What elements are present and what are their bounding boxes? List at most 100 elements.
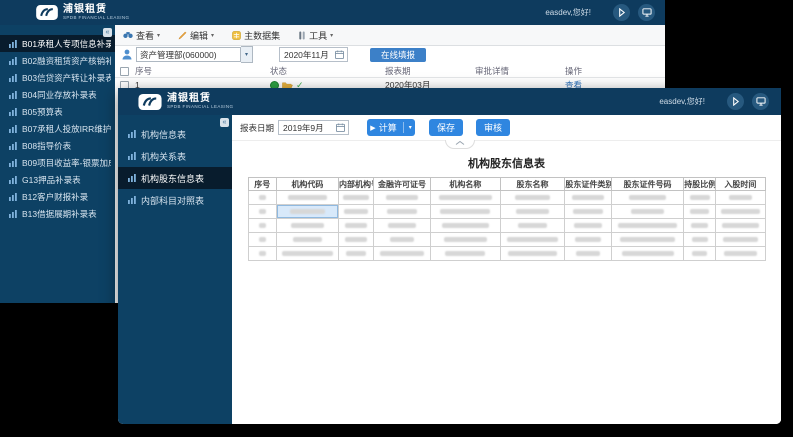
select-dropdown-icon[interactable]: ▾: [241, 46, 253, 63]
table-cell[interactable]: [374, 205, 431, 219]
table-cell[interactable]: [374, 233, 431, 247]
table-cell[interactable]: [338, 219, 373, 233]
sidebar-item-report[interactable]: B01承租人专项信息补录表: [0, 35, 115, 52]
sidebar-item-report[interactable]: B07承租人投放IRR维护表: [0, 120, 115, 137]
table-cell[interactable]: [565, 191, 612, 205]
monitor-icon[interactable]: [752, 93, 769, 110]
table-cell[interactable]: [500, 219, 565, 233]
sidebar-collapse-icon[interactable]: «: [220, 118, 229, 127]
selected-cell[interactable]: [276, 205, 338, 219]
table-cell[interactable]: [430, 233, 500, 247]
table-cell[interactable]: [684, 233, 716, 247]
table-cell[interactable]: [430, 247, 500, 261]
report-date-input[interactable]: 2019年9月: [278, 120, 349, 135]
calendar-icon[interactable]: [335, 50, 344, 59]
redacted-text: [345, 223, 368, 228]
sidebar-collapse-icon[interactable]: «: [103, 28, 112, 37]
table-cell[interactable]: [338, 233, 373, 247]
table-cell[interactable]: [611, 205, 683, 219]
exit-icon[interactable]: [727, 93, 744, 110]
sidebar-item-report[interactable]: B04同业存放补录表: [0, 86, 115, 103]
table-cell[interactable]: [338, 205, 373, 219]
sidebar-item-table[interactable]: 机构关系表: [118, 145, 232, 167]
menu-view[interactable]: 查看▾: [123, 29, 160, 42]
table-cell[interactable]: [611, 233, 683, 247]
table-cell[interactable]: [716, 205, 765, 219]
sidebar-item-report[interactable]: B12客户财报补录: [0, 188, 115, 205]
table-cell[interactable]: [248, 205, 276, 219]
table-cell[interactable]: [248, 191, 276, 205]
sidebar-item-report[interactable]: B05预算表: [0, 103, 115, 120]
redacted-text: [290, 209, 325, 214]
sidebar-item-report[interactable]: B02融资租赁资产核销补录表: [0, 52, 115, 69]
select-all-checkbox[interactable]: [120, 67, 129, 76]
sidebar-item-report[interactable]: B13借据展期补录表: [0, 205, 115, 222]
sidebar-item-report[interactable]: B03信贷资产转让补录表: [0, 69, 115, 86]
table-cell[interactable]: [716, 233, 765, 247]
sidebar-item-report[interactable]: G13押品补录表: [0, 171, 115, 188]
table-cell[interactable]: [248, 219, 276, 233]
sidebar-item-table[interactable]: 内部科目对照表: [118, 189, 232, 211]
person-icon: [122, 49, 132, 60]
table-cell[interactable]: [716, 247, 765, 261]
spdb-leasing-logo-icon: [36, 5, 58, 20]
table-cell[interactable]: [500, 205, 565, 219]
report-toolbar: 报表日期 2019年9月 ▶ 计算 ▾ 保存 审核: [232, 115, 781, 141]
table-title: 机构股东信息表: [232, 155, 781, 171]
org-select[interactable]: 资产管理部(060000): [136, 47, 241, 62]
chevron-down-icon[interactable]: ▾: [409, 124, 412, 131]
table-cell[interactable]: [338, 191, 373, 205]
table-cell[interactable]: [684, 205, 716, 219]
table-cell[interactable]: [430, 219, 500, 233]
menu-edit[interactable]: 编辑▾: [178, 29, 214, 42]
menu-tools[interactable]: 工具▾: [298, 29, 333, 42]
table-cell[interactable]: [611, 191, 683, 205]
audit-button[interactable]: 审核: [476, 119, 510, 136]
table-cell[interactable]: [500, 191, 565, 205]
table-cell[interactable]: [276, 233, 338, 247]
report-panel: 机构股东信息表 序号机构代码内部机构号金融许可证号机构名称股东名称股东证件类别股…: [232, 141, 781, 424]
table-cell[interactable]: [430, 205, 500, 219]
table-cell[interactable]: [565, 219, 612, 233]
table-cell[interactable]: [611, 219, 683, 233]
table-cell[interactable]: [565, 247, 612, 261]
table-cell[interactable]: [684, 247, 716, 261]
user-greeting: easdev,您好!: [659, 96, 705, 107]
period-input[interactable]: 2020年11月: [279, 47, 348, 62]
exit-icon[interactable]: [613, 4, 630, 21]
table-cell[interactable]: [338, 247, 373, 261]
table-cell[interactable]: [500, 247, 565, 261]
table-header-cell: 股东名称: [500, 178, 565, 191]
table-cell[interactable]: [716, 219, 765, 233]
sidebar-item-table[interactable]: 机构信息表: [118, 123, 232, 145]
sidebar-item-label: B05预算表: [22, 106, 63, 118]
table-cell[interactable]: [248, 233, 276, 247]
calculate-button[interactable]: ▶ 计算 ▾: [367, 119, 415, 136]
sidebar-item-report[interactable]: B09项目收益率-银票加成: [0, 154, 115, 171]
table-cell[interactable]: [374, 219, 431, 233]
monitor-icon[interactable]: [638, 4, 655, 21]
panel-collapse-toggle[interactable]: [445, 140, 475, 149]
table-cell[interactable]: [684, 219, 716, 233]
table-cell[interactable]: [276, 191, 338, 205]
table-cell[interactable]: [716, 191, 765, 205]
table-cell[interactable]: [276, 219, 338, 233]
table-cell[interactable]: [276, 247, 338, 261]
table-cell[interactable]: [248, 247, 276, 261]
sidebar-item-report[interactable]: B08指导价表: [0, 137, 115, 154]
table-cell[interactable]: [430, 191, 500, 205]
sidebar-item-label: B13借据展期补录表: [22, 208, 97, 220]
table-cell[interactable]: [500, 233, 565, 247]
table-cell[interactable]: [684, 191, 716, 205]
calendar-icon[interactable]: [336, 123, 345, 132]
table-cell[interactable]: [611, 247, 683, 261]
save-button[interactable]: 保存: [429, 119, 463, 136]
sidebar-item-table[interactable]: 机构股东信息表: [118, 167, 232, 189]
table-cell[interactable]: [374, 191, 431, 205]
table-cell[interactable]: [565, 205, 612, 219]
table-cell[interactable]: [565, 233, 612, 247]
table-cell[interactable]: [374, 247, 431, 261]
sidebar-item-label: B09项目收益率-银票加成: [22, 157, 111, 169]
online-fill-button[interactable]: 在线填报: [370, 48, 426, 62]
menu-dataset[interactable]: 主数据集: [232, 29, 280, 42]
